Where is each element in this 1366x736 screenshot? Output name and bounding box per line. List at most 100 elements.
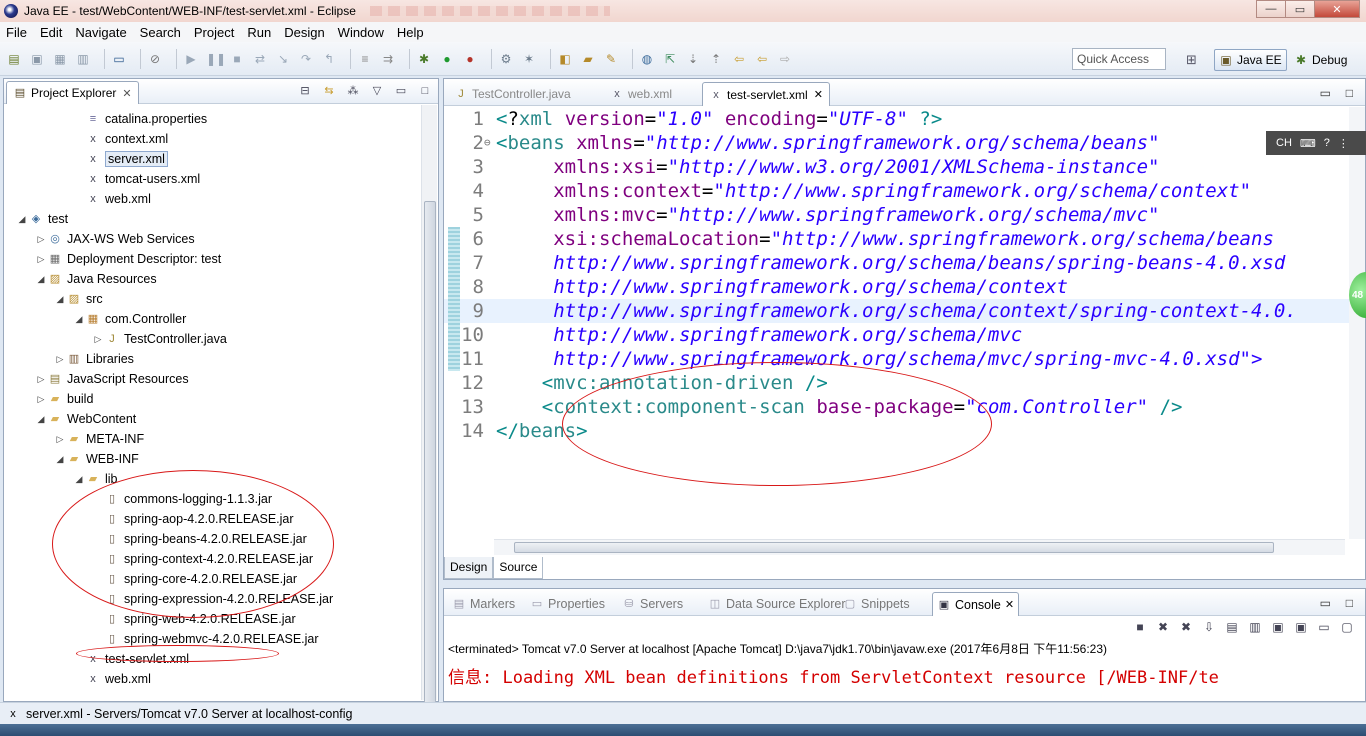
explorer-vertical-scrollbar[interactable] — [421, 105, 437, 707]
tree-item[interactable]: ▷ J TestController.java — [92, 329, 227, 349]
expand-toggle-icon[interactable]: ▷ — [54, 354, 66, 365]
tab-properties[interactable]: ▭ Properties — [526, 592, 609, 616]
tab-snippets[interactable]: ▢ Snippets — [839, 592, 914, 616]
ime-menu-icon[interactable]: ⋮ — [1338, 137, 1349, 150]
menu-search[interactable]: Search — [140, 25, 181, 40]
word-wrap-icon[interactable]: ▤ — [1224, 619, 1240, 635]
expand-toggle-icon[interactable]: ▷ — [35, 234, 47, 245]
tree-item[interactable]: ▯ commons-logging-1.1.3.jar — [92, 489, 272, 509]
maximize-editor-icon[interactable]: □ — [1346, 86, 1353, 100]
expand-toggle-icon[interactable]: ▷ — [54, 434, 66, 445]
tree-item[interactable]: ▷ ◎ JAX-WS Web Services — [35, 229, 195, 249]
previous-annotation-icon[interactable]: ⇡ — [708, 51, 724, 67]
close-tab-icon[interactable]: ✕ — [814, 88, 823, 101]
filters-icon[interactable]: ⁂ — [346, 84, 360, 98]
use-step-filters-icon[interactable]: ⇉ — [380, 51, 396, 67]
expand-toggle-icon[interactable]: ◢ — [73, 474, 85, 485]
editor-horizontal-scrollbar[interactable] — [494, 539, 1345, 555]
tree-item[interactable]: ◢ ▦ com.Controller — [73, 309, 187, 329]
remove-all-terminated-icon[interactable]: ✖ — [1178, 619, 1194, 635]
minimize-view-icon[interactable]: ▭ — [394, 84, 408, 98]
scrollbar-thumb[interactable] — [424, 201, 436, 707]
terminal-icon[interactable]: ▭ — [111, 51, 127, 67]
terminate-icon[interactable]: ■ — [229, 51, 245, 67]
external-tools-icon[interactable]: ● — [462, 51, 478, 67]
drop-to-frame-icon[interactable]: ≡ — [357, 51, 373, 67]
menu-navigate[interactable]: Navigate — [75, 25, 126, 40]
pin-console-icon[interactable]: ▥ — [1247, 619, 1263, 635]
tree-item[interactable]: ▯ spring-beans-4.2.0.RELEASE.jar — [92, 529, 307, 549]
new-server-icon[interactable]: ⚙ — [498, 51, 514, 67]
code-line[interactable]: 6 xsi:schemaLocation="http://www.springf… — [444, 227, 1349, 251]
tab-web-xml[interactable]: x web.xml — [604, 82, 678, 106]
tree-item[interactable]: ▯ spring-webmvc-4.2.0.RELEASE.jar — [92, 629, 319, 649]
expand-toggle-icon[interactable]: ◢ — [73, 314, 85, 325]
maximize-view-icon[interactable]: □ — [1346, 596, 1353, 610]
tab-project-explorer[interactable]: ▤ Project Explorer ✕ — [6, 81, 139, 104]
show-on-output-icon[interactable]: ▣ — [1270, 619, 1286, 635]
expand-toggle-icon[interactable]: ▷ — [35, 374, 47, 385]
print-icon[interactable]: ▥ — [75, 51, 91, 67]
tree-item[interactable]: ▯ spring-context-4.2.0.RELEASE.jar — [92, 549, 313, 569]
expand-toggle-icon[interactable]: ◢ — [16, 214, 28, 225]
tree-item[interactable]: x test-servlet.xml — [73, 649, 189, 669]
expand-toggle-icon[interactable]: ◢ — [54, 294, 66, 305]
new-wizard-icon[interactable]: ✶ — [521, 51, 537, 67]
code-line[interactable]: 4 xmlns:context="http://www.springframew… — [444, 179, 1349, 203]
close-tab-icon[interactable]: ✕ — [122, 87, 131, 100]
suspend-icon[interactable]: ❚❚ — [206, 51, 226, 67]
tab-servers[interactable]: ⛁ Servers — [618, 592, 687, 616]
tree-item[interactable]: ≡ catalina.properties — [73, 109, 207, 129]
tree-item[interactable]: x web.xml — [73, 669, 151, 689]
code-line[interactable]: 14 </beans> — [444, 419, 1349, 443]
tree-item[interactable]: ▯ spring-core-4.2.0.RELEASE.jar — [92, 569, 297, 589]
save-all-icon[interactable]: ▦ — [52, 51, 68, 67]
forward-icon[interactable]: ⇨ — [777, 51, 793, 67]
run-icon[interactable]: ● — [439, 51, 455, 67]
tree-item[interactable]: ▯ spring-aop-4.2.0.RELEASE.jar — [92, 509, 294, 529]
step-return-icon[interactable]: ↰ — [321, 51, 337, 67]
menu-project[interactable]: Project — [194, 25, 234, 40]
minimize-button[interactable]: — — [1256, 0, 1286, 18]
code-line[interactable]: 13 <context:component-scan base-package=… — [444, 395, 1349, 419]
edit-icon[interactable]: ✎ — [603, 51, 619, 67]
tree-item[interactable]: ▷ ▥ Libraries — [54, 349, 134, 369]
collapse-all-icon[interactable]: ⊟ — [298, 84, 312, 98]
code-line[interactable]: 7 http://www.springframework.org/schema/… — [444, 251, 1349, 275]
scroll-lock-icon[interactable]: ⇩ — [1201, 619, 1217, 635]
code-line[interactable]: 2 ⊖ <beans xmlns="http://www.springframewo… — [444, 131, 1349, 155]
last-edit-icon[interactable]: ⇦ — [731, 51, 747, 67]
tree-item[interactable]: x context.xml — [73, 129, 168, 149]
code-line[interactable]: 5 xmlns:mvc="http://www.springframework.… — [444, 203, 1349, 227]
tree-item[interactable]: ◢ ▰ WEB-INF — [54, 449, 139, 469]
close-button[interactable]: ✕ — [1314, 0, 1360, 18]
new-icon[interactable]: ▤ — [6, 51, 22, 67]
tab-source[interactable]: Source — [493, 557, 544, 579]
link-with-editor-icon[interactable]: ⇆ — [322, 84, 336, 98]
expand-toggle-icon[interactable]: ▷ — [35, 254, 47, 265]
keyboard-icon[interactable]: ⌨ — [1300, 137, 1316, 150]
menu-file[interactable]: File — [6, 25, 27, 40]
maximize-button[interactable]: ▭ — [1285, 0, 1315, 18]
quick-access-input[interactable]: Quick Access — [1072, 48, 1166, 70]
menu-help[interactable]: Help — [397, 25, 424, 40]
tab-markers[interactable]: ▤ Markers — [448, 592, 519, 616]
tree-item[interactable]: x web.xml — [73, 189, 151, 209]
menu-design[interactable]: Design — [284, 25, 324, 40]
perspective-debug[interactable]: ✱ Debug — [1290, 49, 1351, 71]
code-line[interactable]: 12 <mvc:annotation-driven /> — [444, 371, 1349, 395]
expand-toggle-icon[interactable]: ▷ — [35, 394, 47, 405]
open-console-icon[interactable]: ▢ — [1339, 619, 1355, 635]
code-line[interactable]: 1 <?xml version="1.0" encoding="UTF-8" ?> — [444, 107, 1349, 131]
tree-item[interactable]: ▯ spring-web-4.2.0.RELEASE.jar — [92, 609, 296, 629]
code-area[interactable]: 1 <?xml version="1.0" encoding="UTF-8" ?>… — [444, 107, 1349, 539]
disconnect-icon[interactable]: ⇄ — [252, 51, 268, 67]
tree-item[interactable]: ◢ ◈ test — [16, 209, 69, 229]
toggle-mark-icon[interactable]: ⇱ — [662, 51, 678, 67]
expand-toggle-icon[interactable]: ◢ — [54, 454, 66, 465]
perspective-java-ee[interactable]: ▣ Java EE — [1214, 49, 1287, 71]
tab-design[interactable]: Design — [444, 557, 494, 579]
code-line[interactable]: 11 http://www.springframework.org/schema… — [444, 347, 1349, 371]
globe-icon[interactable]: ◍ — [639, 51, 655, 67]
step-into-icon[interactable]: ↘ — [275, 51, 291, 67]
